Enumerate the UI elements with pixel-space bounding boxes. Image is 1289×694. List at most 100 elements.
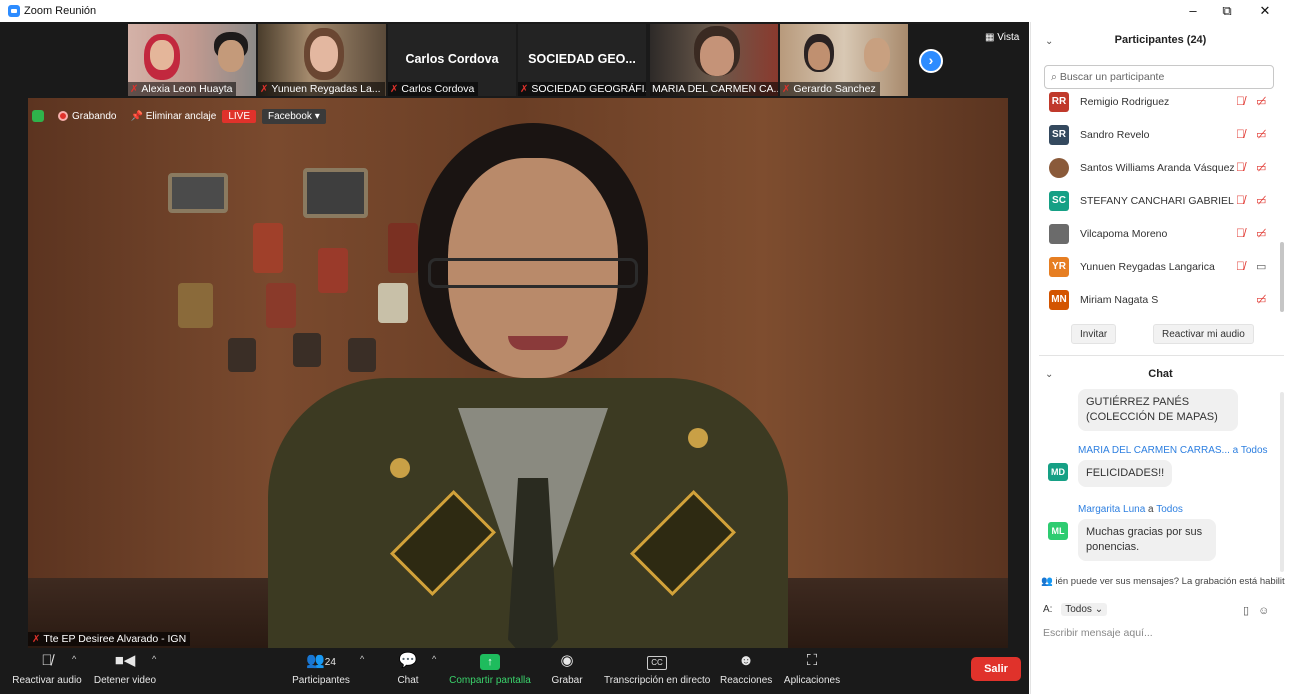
thumbnail-tile[interactable]: ✗ Alexia Leon Huayta — [128, 24, 256, 96]
chat-privacy-notice[interactable]: 👥 ién puede ver sus mensajes? La grabaci… — [1041, 576, 1286, 587]
participants-title: Participantes (24) — [1114, 34, 1207, 46]
participant-search-input[interactable]: ⌕ Buscar un participante — [1044, 65, 1274, 89]
mic-muted-icon: ✗ — [782, 84, 791, 95]
thumbnail-tile[interactable]: SOCIEDAD GEO... ✗ SOCIEDAD GEOGRÁFI... — [518, 24, 646, 96]
participants-options-chevron-icon[interactable]: ^ — [360, 654, 364, 664]
side-panel: ⌄ Participantes (24) ⌕ Buscar un partici… — [1030, 22, 1289, 694]
apps-icon: ⛶ — [806, 652, 818, 669]
mic-muted-icon: 🎙̸ — [1236, 193, 1245, 207]
main-video — [28, 98, 1008, 648]
chat-recipient-dropdown[interactable]: Todos ⌄ — [1061, 603, 1108, 616]
avatar: MN — [1049, 290, 1069, 310]
smiley-icon: ☻ — [738, 652, 754, 669]
thumbnail-tile[interactable]: Carlos Cordova ✗ Carlos Cordova — [388, 24, 516, 96]
live-badge[interactable]: LIVE — [222, 109, 256, 123]
meeting-toolbar: 🎙̸ Reactivar audio ^ ■◀ Detener video ^ … — [0, 648, 1029, 694]
next-page-button[interactable]: › — [919, 49, 943, 73]
minimize-button[interactable]: – — [1178, 2, 1208, 20]
chat-options-chevron-icon[interactable]: ^ — [432, 654, 436, 664]
chat-sender: Margarita Luna a Todos — [1078, 504, 1183, 515]
shield-icon[interactable] — [32, 110, 44, 122]
chat-scrollbar[interactable] — [1280, 392, 1284, 572]
thumbnail-name: ✗ SOCIEDAD GEOGRÁFI... — [518, 82, 646, 96]
window-title: Zoom Reunión — [24, 5, 97, 17]
mic-muted-icon: ✗ — [130, 84, 139, 95]
mic-muted-icon: ✗ — [32, 634, 41, 645]
meeting-area: ✗ Alexia Leon Huayta ✗ Yunuen Reygadas La.… — [0, 22, 1029, 694]
mic-muted-icon: 🎙̸ — [1236, 259, 1245, 273]
file-icon[interactable]: ▯ — [1243, 605, 1249, 617]
share-screen-icon: ↑ — [447, 648, 533, 672]
participant-row[interactable]: Vilcapoma Moreno 🎙̸ ▭̸ — [1031, 220, 1276, 250]
title-bar: Zoom Reunión – ⧉ ✕ — [0, 0, 1289, 22]
unmute-me-button[interactable]: Reactivar mi audio — [1153, 324, 1254, 344]
thumbnail-name: ✗ Alexia Leon Huayta — [128, 82, 237, 96]
avatar: RR — [1049, 92, 1069, 112]
participant-row[interactable]: RR Remigio Rodriguez 🎙̸ ▭̸ — [1031, 88, 1276, 118]
live-transcript-button[interactable]: CC Transcripción en directo — [604, 648, 710, 694]
chat-title: Chat — [1148, 368, 1173, 380]
share-screen-button[interactable]: ↑ Compartir pantalla — [447, 648, 533, 694]
emoji-icon[interactable]: ☺ — [1258, 605, 1269, 617]
avatar: YR — [1049, 257, 1069, 277]
participant-name: Vilcapoma Moreno — [1080, 228, 1168, 240]
participant-row[interactable]: YR Yunuen Reygadas Langarica 🎙̸ ▭ — [1031, 253, 1276, 283]
mic-muted-icon: 🎙̸ — [1236, 127, 1245, 141]
restore-button[interactable]: ⧉ — [1212, 2, 1242, 20]
mic-muted-icon: 🎙̸ — [1236, 160, 1245, 174]
chat-recipient: A: Todos ⌄ — [1043, 603, 1108, 616]
unpin-button[interactable]: 📌 Eliminar anclaje — [130, 111, 216, 122]
view-button[interactable]: ▦ Vista — [985, 32, 1019, 43]
thumbnail-display-name: Carlos Cordova — [405, 52, 499, 66]
participant-row[interactable]: SR Sandro Revelo 🎙̸ ▭̸ — [1031, 121, 1276, 151]
apps-button[interactable]: ⛶ Aplicaciones — [782, 648, 842, 694]
video-off-icon: ▭̸ — [1256, 294, 1267, 306]
participants-icon: 👥24 — [306, 652, 336, 669]
video-options-chevron-icon[interactable]: ^ — [152, 654, 156, 664]
participant-row[interactable]: MN Miriam Nagata S ▭̸ — [1031, 286, 1276, 316]
participant-row[interactable]: SC STEFANY CANCHARI GABRIEL 🎙̸ ▭̸ — [1031, 187, 1276, 217]
chat-button[interactable]: 💬 Chat — [390, 648, 426, 694]
video-camera-icon: ▭ — [1256, 261, 1267, 273]
participant-row[interactable]: Santos Williams Aranda Vásquez 🎙̸ ▭̸ — [1031, 154, 1276, 184]
chat-tools: ▯ ☺ — [1243, 604, 1269, 617]
thumbnail-name: MARIA DEL CARMEN CA... — [650, 82, 778, 96]
meeting-status-bar: Grabando 📌 Eliminar anclaje LIVE Faceboo… — [32, 106, 326, 126]
mic-muted-icon: ✗ — [390, 84, 399, 95]
invite-button[interactable]: Invitar — [1071, 324, 1117, 344]
pin-icon: 📌 — [130, 110, 143, 122]
participant-name: STEFANY CANCHARI GABRIEL — [1080, 195, 1234, 207]
chat-sender: MARIA DEL CARMEN CARRAS... a Todos — [1078, 445, 1268, 456]
thumbnail-display-name: SOCIEDAD GEO... — [528, 52, 636, 66]
video-off-icon: ▭̸ — [1256, 228, 1267, 240]
reactions-button[interactable]: ☻ Reacciones — [720, 648, 772, 694]
participants-button[interactable]: 👥24 Participantes — [288, 648, 354, 694]
search-icon: ⌕ — [1051, 71, 1060, 83]
mic-muted-icon: 🎙̸ — [1236, 94, 1245, 108]
participants-scrollbar[interactable] — [1280, 242, 1284, 312]
avatar: SR — [1049, 125, 1069, 145]
chat-message-bubble: Muchas gracias por sus ponencias. — [1078, 519, 1216, 561]
record-icon — [58, 110, 68, 121]
avatar — [1049, 158, 1069, 178]
leave-button[interactable]: Salir — [971, 657, 1021, 681]
participant-name: Miriam Nagata S — [1080, 294, 1159, 306]
thumbnail-name: ✗ Gerardo Sanchez — [780, 82, 880, 96]
close-button[interactable]: ✕ — [1250, 2, 1280, 20]
recording-indicator[interactable]: Grabando — [58, 111, 116, 122]
divider — [1039, 355, 1284, 356]
video-off-icon: ▭̸ — [1256, 195, 1267, 207]
thumbnail-tile[interactable]: MARIA DEL CARMEN CA... — [650, 24, 778, 96]
thumbnail-tile[interactable]: ✗ Yunuen Reygadas La... — [258, 24, 386, 96]
mic-muted-icon: ✗ — [520, 84, 529, 95]
facebook-stream-dropdown[interactable]: Facebook ▾ — [262, 108, 326, 124]
participant-name: Yunuen Reygadas Langarica — [1080, 261, 1215, 273]
people-icon: 👥 — [1041, 576, 1056, 587]
video-camera-icon: ■◀ — [114, 652, 136, 669]
thumbnail-tile[interactable]: ✗ Gerardo Sanchez — [780, 24, 908, 96]
audio-options-chevron-icon[interactable]: ^ — [72, 654, 76, 664]
chat-message-input[interactable]: Escribir mensaje aquí... — [1043, 627, 1153, 639]
stop-video-button[interactable]: ■◀ Detener video — [92, 648, 158, 694]
video-off-icon: ▭̸ — [1256, 162, 1267, 174]
record-button[interactable]: ◉ Grabar — [548, 648, 586, 694]
